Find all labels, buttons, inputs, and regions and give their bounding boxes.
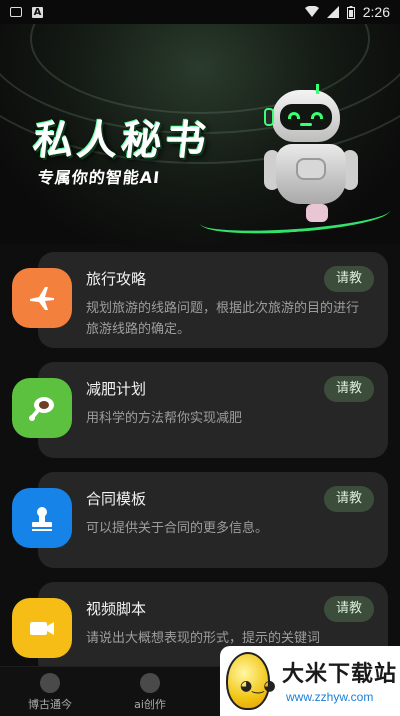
hero-banner: 私人秘书 专属你的智能AI <box>0 24 400 244</box>
nav-item-ai-create[interactable]: ai创作 <box>120 673 180 712</box>
app-a-icon: A <box>32 6 43 18</box>
ask-button[interactable]: 请教 <box>324 376 374 402</box>
card-description: 规划旅游的线路问题，根据此次旅游的目的进行旅游线路的确定。 <box>86 301 360 337</box>
stamp-icon <box>12 488 72 548</box>
card-title: 视频脚本 <box>86 600 147 618</box>
ai-head-icon <box>140 673 160 693</box>
card-contract[interactable]: 合同模板 可以提供关于合同的更多信息。 请教 <box>12 472 388 568</box>
nav-item-history[interactable]: 博古通今 <box>20 673 80 712</box>
hero-title: 私人秘书 <box>31 118 212 164</box>
signal-icon <box>326 6 339 18</box>
robot-illustration <box>258 84 378 234</box>
ask-button[interactable]: 请教 <box>324 266 374 292</box>
meat-leg-icon <box>12 378 72 438</box>
card-travel[interactable]: 旅行攻略 规划旅游的线路问题，根据此次旅游的目的进行旅游线路的确定。 请教 <box>12 252 388 348</box>
notification-icon <box>10 7 22 17</box>
card-diet[interactable]: 减肥计划 用科学的方法帮你实现减肥 请教 <box>12 362 388 458</box>
card-title: 合同模板 <box>86 490 147 508</box>
card-description: 可以提供关于合同的更多信息。 <box>86 521 269 536</box>
watermark-url: www.zzhyw.com <box>286 690 374 704</box>
airplane-icon <box>12 268 72 328</box>
assistant-list: 旅行攻略 规划旅游的线路问题，根据此次旅游的目的进行旅游线路的确定。 请教 减肥… <box>0 244 400 678</box>
watermark-title: 大米下载站 <box>282 662 398 687</box>
status-bar: A 2:26 <box>0 0 400 24</box>
video-camera-icon <box>12 598 72 658</box>
card-description: 用科学的方法帮你实现减肥 <box>86 411 243 426</box>
nav-label: 博古通今 <box>28 698 72 711</box>
watermark: ◕‿◕ 大米下载站 www.zzhyw.com <box>220 646 400 716</box>
mascot-egg-icon: ◕‿◕ <box>226 652 276 710</box>
status-time: 2:26 <box>362 4 390 20</box>
skull-icon <box>40 673 60 693</box>
wifi-icon <box>304 6 319 17</box>
robot-head <box>272 84 340 142</box>
ask-button[interactable]: 请教 <box>324 596 374 622</box>
card-title: 旅行攻略 <box>86 270 147 288</box>
card-title: 减肥计划 <box>86 380 147 398</box>
ask-button[interactable]: 请教 <box>324 486 374 512</box>
nav-label: ai创作 <box>134 698 166 711</box>
battery-icon <box>346 5 355 19</box>
hero-subtitle: 专属你的智能AI <box>36 168 162 187</box>
headset-icon <box>264 108 274 126</box>
